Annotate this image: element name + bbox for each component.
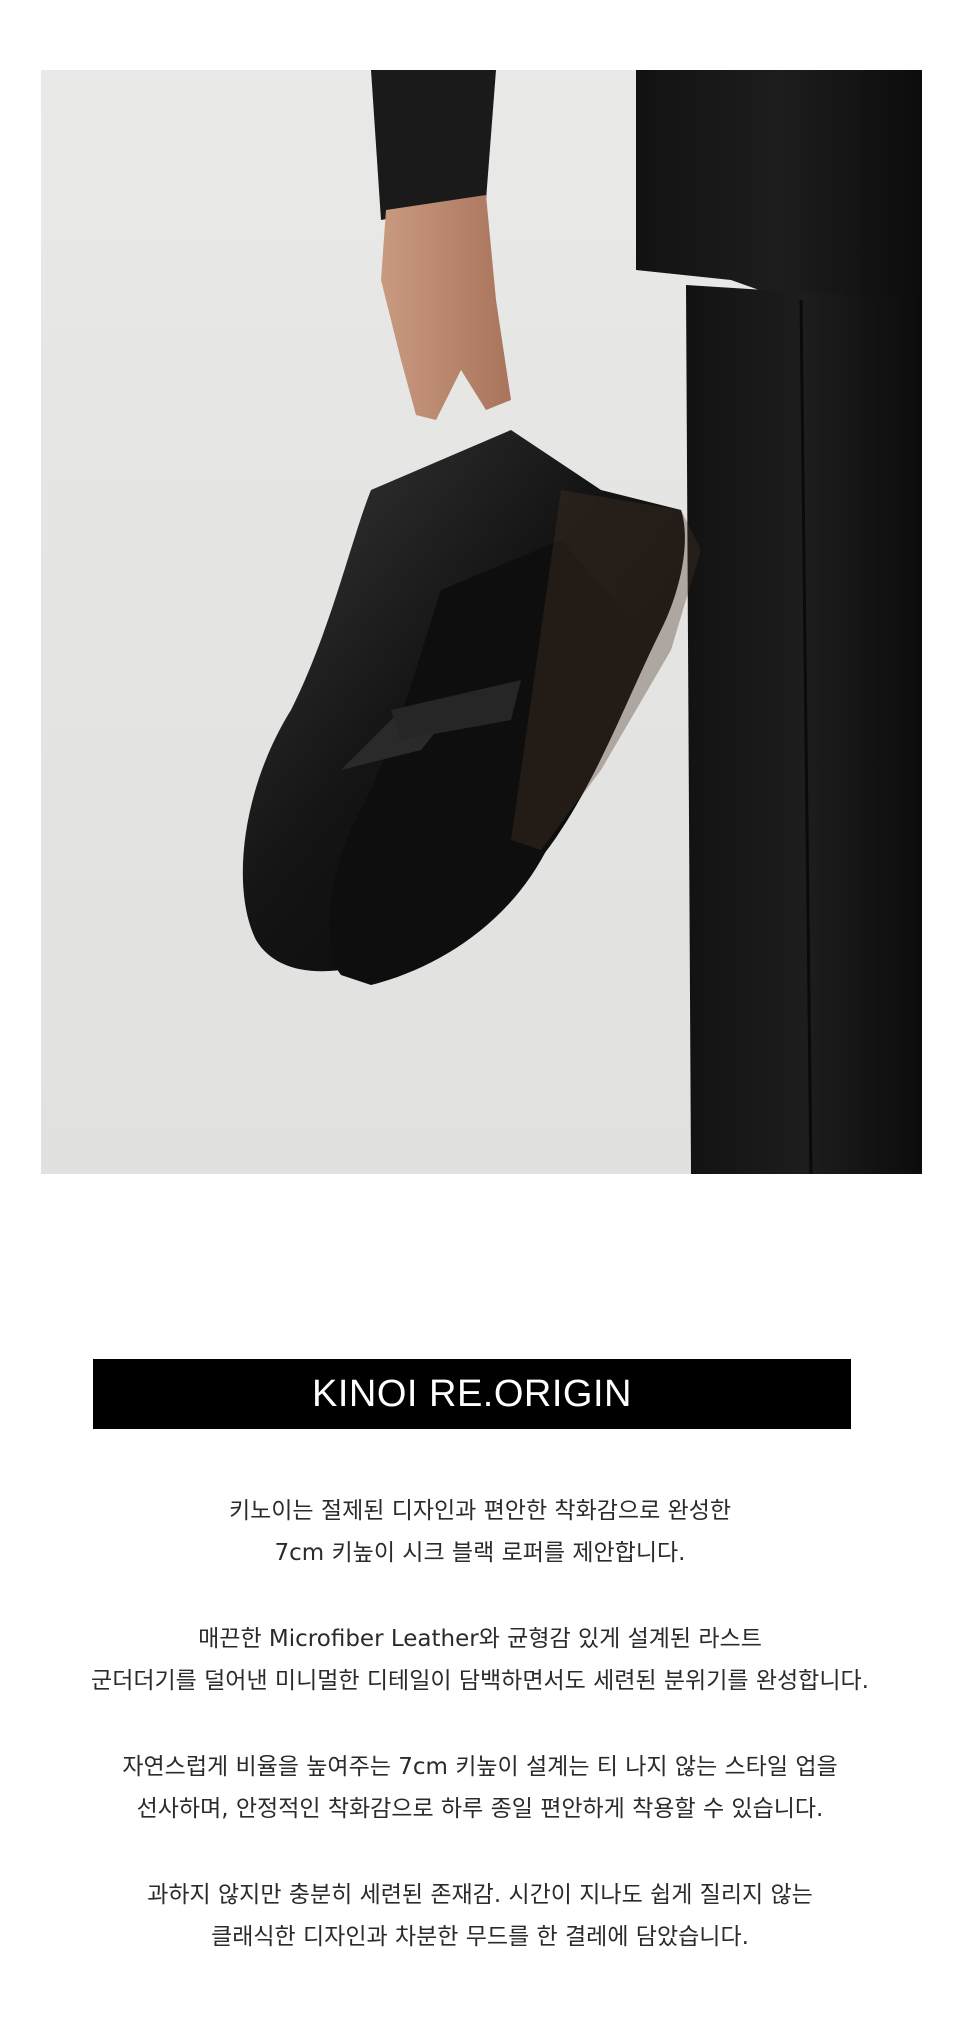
description-paragraph: 키노이는 절제된 디자인과 편안한 착화감으로 완성한 7cm 키높이 시크 블… <box>0 1490 960 1574</box>
hero-product-image <box>41 70 922 1174</box>
product-description: 키노이는 절제된 디자인과 편안한 착화감으로 완성한 7cm 키높이 시크 블… <box>0 1490 960 2002</box>
brand-title: KINOI RE.ORIGIN <box>312 1372 632 1415</box>
description-line: 자연스럽게 비율을 높여주는 7cm 키높이 설계는 티 나지 않는 스타일 업… <box>122 1754 838 1780</box>
description-line: 군더더기를 덜어낸 미니멀한 디테일이 담백하면서도 세련된 분위기를 완성합니… <box>91 1668 869 1694</box>
description-paragraph: 자연스럽게 비율을 높여주는 7cm 키높이 설계는 티 나지 않는 스타일 업… <box>0 1746 960 1830</box>
description-line: 7cm 키높이 시크 블랙 로퍼를 제안합니다. <box>274 1540 686 1566</box>
description-line: 클래식한 디자인과 차분한 무드를 한 결레에 담았습니다. <box>211 1924 749 1950</box>
loafer-illustration <box>242 70 922 1174</box>
description-line: 과하지 않지만 충분히 세련된 존재감. 시간이 지나도 쉽게 질리지 않는 <box>147 1882 813 1908</box>
description-line: 키노이는 절제된 디자인과 편안한 착화감으로 완성한 <box>228 1498 732 1524</box>
brand-banner: KINOI RE.ORIGIN <box>93 1359 851 1429</box>
description-paragraph: 매끈한 Microfiber Leather와 균형감 있게 설계된 라스트 군… <box>0 1618 960 1702</box>
description-line: 매끈한 Microfiber Leather와 균형감 있게 설계된 라스트 <box>198 1626 762 1652</box>
description-paragraph: 과하지 않지만 충분히 세련된 존재감. 시간이 지나도 쉽게 질리지 않는 클… <box>0 1874 960 1958</box>
description-line: 선사하며, 안정적인 착화감으로 하루 종일 편안하게 착용할 수 있습니다. <box>136 1796 824 1822</box>
